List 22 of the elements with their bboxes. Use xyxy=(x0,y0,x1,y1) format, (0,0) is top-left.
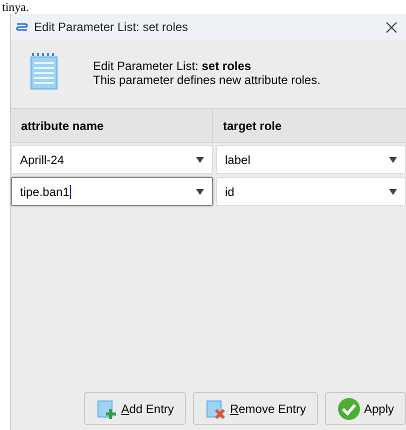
dialog-heading: Edit Parameter List: set roles xyxy=(93,59,252,73)
dropdown-arrow-icon xyxy=(196,188,204,194)
app-logo-icon xyxy=(16,22,28,32)
dropdown-arrow-icon xyxy=(389,156,397,162)
dropdown-arrow-icon xyxy=(389,188,397,194)
dialog-button[interactable]: Apply xyxy=(324,392,406,425)
role-dropdown[interactable]: label xyxy=(216,145,406,174)
role-dropdown[interactable]: id xyxy=(216,177,406,206)
column-header: target role xyxy=(222,118,283,134)
dialog-description: This parameter defines new attribute roles. xyxy=(93,73,320,87)
notepad-cross-icon xyxy=(204,398,227,420)
column-header: attribute name xyxy=(11,109,213,142)
dropdown-arrow-icon xyxy=(196,156,204,162)
attribute-dropdown[interactable]: Aprill-24 xyxy=(11,145,213,174)
dialog-button[interactable]: Remove Entry xyxy=(192,392,318,425)
close-icon xyxy=(386,22,396,32)
attribute-dropdown[interactable]: tipe.ban1 xyxy=(11,177,213,206)
page-text: tinya. xyxy=(2,0,29,14)
check-icon xyxy=(336,396,361,420)
window-title: Edit Parameter List: set roles xyxy=(34,19,190,36)
dialog-button[interactable]: Add Entry xyxy=(84,392,186,425)
notepad-plus-icon xyxy=(96,398,118,420)
